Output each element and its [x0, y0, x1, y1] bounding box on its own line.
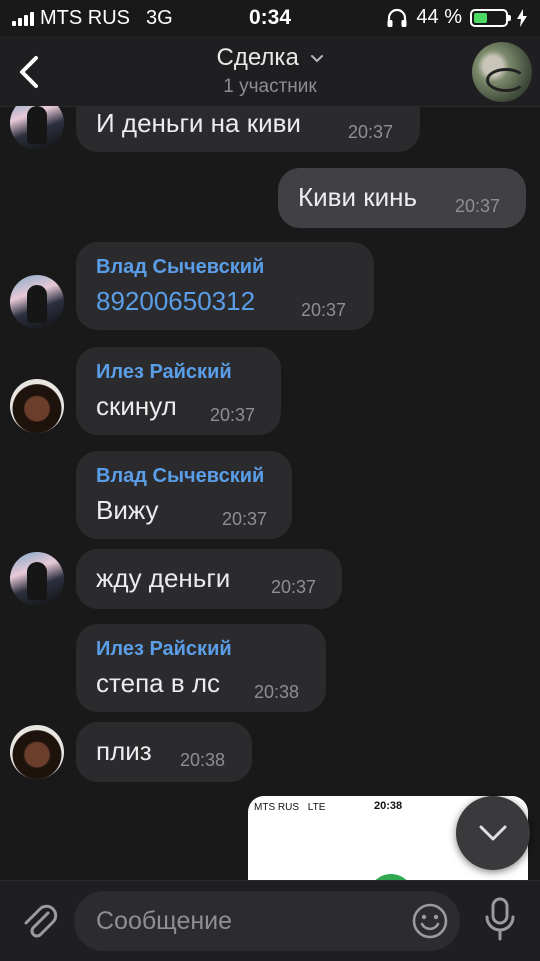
battery-percent: 44 %: [416, 6, 462, 28]
message-input[interactable]: Сообщение: [74, 891, 460, 951]
message-bubble[interactable]: Влад Сычевский 89200650312 20:37: [76, 242, 374, 330]
message-bubble[interactable]: И деньги на киви 20:37: [76, 106, 420, 152]
message-sender: Влад Сычевский: [96, 465, 265, 487]
message-sender: Илез Райский: [96, 361, 232, 383]
message-text: плиз: [96, 736, 152, 766]
message-list[interactable]: И деньги на киви 20:37 Киви кинь 20:37 В…: [0, 106, 540, 880]
chat-subtitle: 1 участник: [223, 76, 317, 97]
message-time: 20:37: [271, 577, 317, 597]
chat-header: Сделка 1 участник: [0, 36, 540, 107]
message-time: 20:37: [301, 300, 347, 320]
avatar[interactable]: [10, 552, 64, 606]
composer: Сообщение: [0, 880, 540, 961]
message-input-placeholder: Сообщение: [96, 907, 233, 935]
message-bubble[interactable]: плиз 20:38: [76, 722, 252, 782]
avatar[interactable]: [10, 275, 64, 329]
message-time: 20:37: [455, 196, 501, 216]
message-time: 20:37: [222, 509, 268, 529]
avatar[interactable]: [10, 379, 64, 433]
message-bubble[interactable]: Илез Райский скинул 20:37: [76, 347, 281, 435]
status-bar: MTS RUS 3G 0:34 44 %: [0, 0, 540, 36]
headphones-icon: [387, 8, 407, 27]
message-text: скинул: [96, 391, 177, 421]
chevron-down-icon: [479, 825, 507, 841]
status-right: 44 %: [386, 6, 528, 29]
message-bubble[interactable]: Влад Сычевский Вижу 20:37: [76, 451, 292, 539]
chevron-down-icon: [311, 55, 324, 63]
message-text: жду деньги: [96, 563, 231, 593]
preview-time: 20:38: [374, 800, 403, 812]
message-bubble[interactable]: Илез Райский степа в лс 20:38: [76, 624, 326, 712]
message-sender: Илез Райский: [96, 638, 232, 660]
preview-carrier-label: MTS RUS: [254, 802, 299, 813]
message-text: степа в лс: [96, 668, 221, 698]
avatar[interactable]: [10, 725, 64, 779]
message-time: 20:38: [254, 682, 300, 702]
microphone-icon[interactable]: [480, 897, 520, 943]
chat-avatar[interactable]: [472, 42, 532, 102]
chat-title-text: Сделка: [216, 44, 299, 71]
battery-fill: [474, 12, 488, 23]
chat-title-block[interactable]: Сделка 1 участник: [0, 44, 540, 98]
message-text: Вижу: [96, 495, 159, 525]
paperclip-icon[interactable]: [20, 899, 58, 941]
message-time: 20:37: [210, 405, 256, 425]
message-time: 20:37: [348, 122, 394, 142]
message-bubble[interactable]: жду деньги 20:37: [76, 549, 342, 609]
smile-icon[interactable]: [410, 901, 450, 941]
battery-icon: [470, 8, 511, 27]
chat-title[interactable]: Сделка: [0, 44, 540, 72]
preview-network-label: LTE: [307, 802, 326, 813]
phone-link[interactable]: 89200650312: [96, 286, 255, 317]
message-sender: Влад Сычевский: [96, 256, 265, 278]
avatar[interactable]: [10, 106, 64, 150]
message-time: 20:38: [180, 750, 226, 770]
message-text: И деньги на киви: [96, 108, 301, 138]
scroll-to-bottom-button[interactable]: [456, 796, 530, 870]
charging-bolt-icon: [517, 8, 527, 27]
preview-carrier: MTS RUS LTE: [254, 802, 325, 813]
message-bubble[interactable]: Киви кинь 20:37: [278, 168, 526, 228]
message-text: Киви кинь: [298, 182, 418, 212]
